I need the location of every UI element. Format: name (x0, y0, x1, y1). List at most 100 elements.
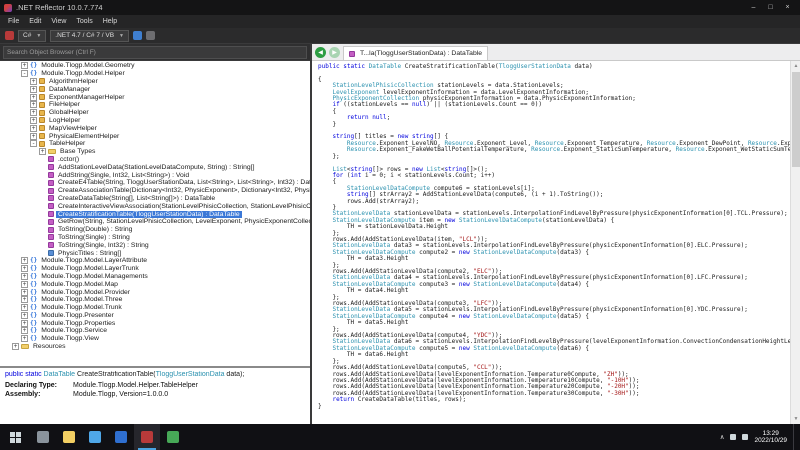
tree-item[interactable]: +{}Module.Tlogp.Model.Managements (0, 273, 310, 281)
navigate-back-icon[interactable]: ◀ (315, 47, 326, 58)
tree-item[interactable]: -TableHelper (0, 140, 310, 148)
maximize-button[interactable]: □ (762, 1, 779, 14)
tree-item[interactable]: GetRow(String, StationLevelPhisicCollect… (0, 218, 310, 226)
framework-combo[interactable]: .NET 4.7 / C# 7 / VB ▼ (50, 30, 129, 42)
menu-help[interactable]: Help (98, 15, 122, 28)
tree-item[interactable]: +{}Module.Tlogp.Model.Map (0, 280, 310, 288)
tree-item[interactable]: AddString(Single, Int32, List<String>) :… (0, 171, 310, 179)
class-icon (39, 94, 45, 100)
collapse-icon[interactable]: - (30, 140, 37, 147)
search-input[interactable] (3, 46, 307, 59)
expand-icon[interactable]: + (21, 289, 28, 296)
expand-icon[interactable]: + (21, 281, 28, 288)
expand-icon[interactable]: + (21, 312, 28, 319)
tree-item[interactable]: +GlobalHelper (0, 109, 310, 117)
taskbar-app-task-view[interactable] (30, 424, 56, 450)
scrollbar-thumb[interactable] (792, 72, 800, 167)
scroll-down-icon[interactable]: ▼ (791, 414, 800, 424)
menu-edit[interactable]: Edit (24, 15, 46, 28)
expand-icon[interactable]: + (21, 296, 28, 303)
open-assembly-icon[interactable] (5, 31, 14, 40)
language-combo[interactable]: C# ▼ (18, 30, 46, 42)
tree-item[interactable]: +AlgorithmHelper (0, 78, 310, 86)
tree-item[interactable]: +LogHelper (0, 117, 310, 125)
expand-icon[interactable]: + (30, 133, 37, 140)
tree-item[interactable]: +{}Module.Tlogp.Model.Provider (0, 288, 310, 296)
taskbar-app-app-green[interactable] (160, 424, 186, 450)
tree-item[interactable]: CreateAssociationTable(Dictionary<Int32,… (0, 187, 310, 195)
tree-item[interactable]: -{}Module.Tlogp.Model.Helper (0, 70, 310, 78)
menu-tools[interactable]: Tools (71, 15, 97, 28)
tree-item[interactable]: AddStationLevelData(StationLevelDataComp… (0, 163, 310, 171)
close-button[interactable]: × (779, 1, 796, 14)
tree-item[interactable]: +MapViewHelper (0, 124, 310, 132)
start-button[interactable] (0, 424, 30, 450)
taskbar-app-browser[interactable] (82, 424, 108, 450)
tree-item[interactable]: +{}Module.Tlogp.Model.Trunk (0, 304, 310, 312)
expand-icon[interactable]: + (30, 109, 37, 116)
tree-item[interactable]: +FileHelper (0, 101, 310, 109)
tree-item[interactable]: +{}Module.Tlogp.Presenter (0, 312, 310, 320)
tree-item[interactable]: +{}Module.Tlogp.View (0, 335, 310, 343)
expand-icon[interactable]: + (21, 327, 28, 334)
taskbar-clock[interactable]: 13:29 2022/10/29 (754, 430, 787, 445)
object-browser-panel: +{}Module.Tlogp.Model.Geometry-{}Module.… (0, 44, 312, 424)
tree-item[interactable]: +Resources (0, 343, 310, 351)
expand-icon[interactable]: + (21, 257, 28, 264)
expand-icon[interactable]: + (12, 343, 19, 350)
tree-item[interactable]: PhysicTitles : String[] (0, 249, 310, 257)
menu-file[interactable]: File (3, 15, 24, 28)
tray-expand-icon[interactable]: ∧ (720, 433, 725, 441)
show-desktop-button[interactable] (793, 424, 797, 450)
taskbar-app-file-explorer[interactable] (56, 424, 82, 450)
navigate-forward-icon[interactable]: ▶ (329, 47, 340, 58)
minimize-button[interactable]: – (745, 1, 762, 14)
tree-item-label: Module.Tlogp.Model.LayerAttribute (39, 257, 149, 264)
taskbar-app-app-blue[interactable] (108, 424, 134, 450)
scroll-up-icon[interactable]: ▲ (791, 61, 800, 71)
tree-item[interactable]: +Base Types (0, 148, 310, 156)
tree-item[interactable]: CreateDataTable(String[], List<String[]>… (0, 195, 310, 203)
expand-icon[interactable]: + (30, 86, 37, 93)
expand-icon[interactable]: + (30, 94, 37, 101)
document-tab[interactable]: T...la(TloggUserStationData) : DataTable (343, 46, 488, 60)
tree-item[interactable]: +{}Module.Tlogp.Model.Three (0, 296, 310, 304)
toolbar-icon[interactable] (133, 31, 142, 40)
expand-icon[interactable]: + (30, 125, 37, 132)
tree-item[interactable]: ToString(Single) : String (0, 234, 310, 242)
tree-item[interactable]: +PhysicalElementHelper (0, 132, 310, 140)
tree-item[interactable]: CreateE4Table(String, TloggUserStationDa… (0, 179, 310, 187)
expand-icon[interactable]: + (30, 78, 37, 85)
tree-item[interactable]: +DataManager (0, 85, 310, 93)
tree-item[interactable]: +{}Module.Tlogp.Model.Geometry (0, 62, 310, 70)
expand-icon[interactable]: + (21, 304, 28, 311)
tree-item[interactable]: CreateInteractiveViewAssociation(Station… (0, 202, 310, 210)
tree-item[interactable]: ToString(Double) : String (0, 226, 310, 234)
tree-item[interactable]: CreateStratificationTable(TloggUserStati… (0, 210, 310, 218)
expand-icon[interactable]: + (21, 273, 28, 280)
toolbar-icon[interactable] (146, 31, 155, 40)
expand-icon[interactable]: + (21, 265, 28, 272)
network-icon[interactable] (730, 434, 736, 440)
tree-item[interactable]: .cctor() (0, 156, 310, 164)
code-view[interactable]: public static DataTable CreateStratifica… (312, 61, 790, 424)
expand-icon[interactable]: + (39, 148, 46, 155)
tree-item[interactable]: +{}Module.Tlogp.Model.LayerTrunk (0, 265, 310, 273)
expand-icon[interactable]: + (21, 335, 28, 342)
collapse-icon[interactable]: - (21, 70, 28, 77)
taskbar-app-reflector[interactable] (134, 424, 160, 450)
tree-item[interactable]: ToString(Single, Int32) : String (0, 241, 310, 249)
method-icon (48, 156, 54, 162)
tree-item[interactable]: +{}Module.Tlogp.Properties (0, 319, 310, 327)
task-view-icon (37, 431, 49, 443)
volume-icon[interactable] (742, 434, 748, 440)
tree-item[interactable]: +{}Module.Tlogp.Service (0, 327, 310, 335)
expand-icon[interactable]: + (30, 117, 37, 124)
tree-item[interactable]: +ExponentManagerHelper (0, 93, 310, 101)
menu-view[interactable]: View (46, 15, 71, 28)
tree-item[interactable]: +{}Module.Tlogp.Model.LayerAttribute (0, 257, 310, 265)
expand-icon[interactable]: + (30, 101, 37, 108)
expand-icon[interactable]: + (21, 320, 28, 327)
expand-icon[interactable]: + (21, 62, 28, 69)
vertical-scrollbar[interactable]: ▲ ▼ (790, 61, 800, 424)
